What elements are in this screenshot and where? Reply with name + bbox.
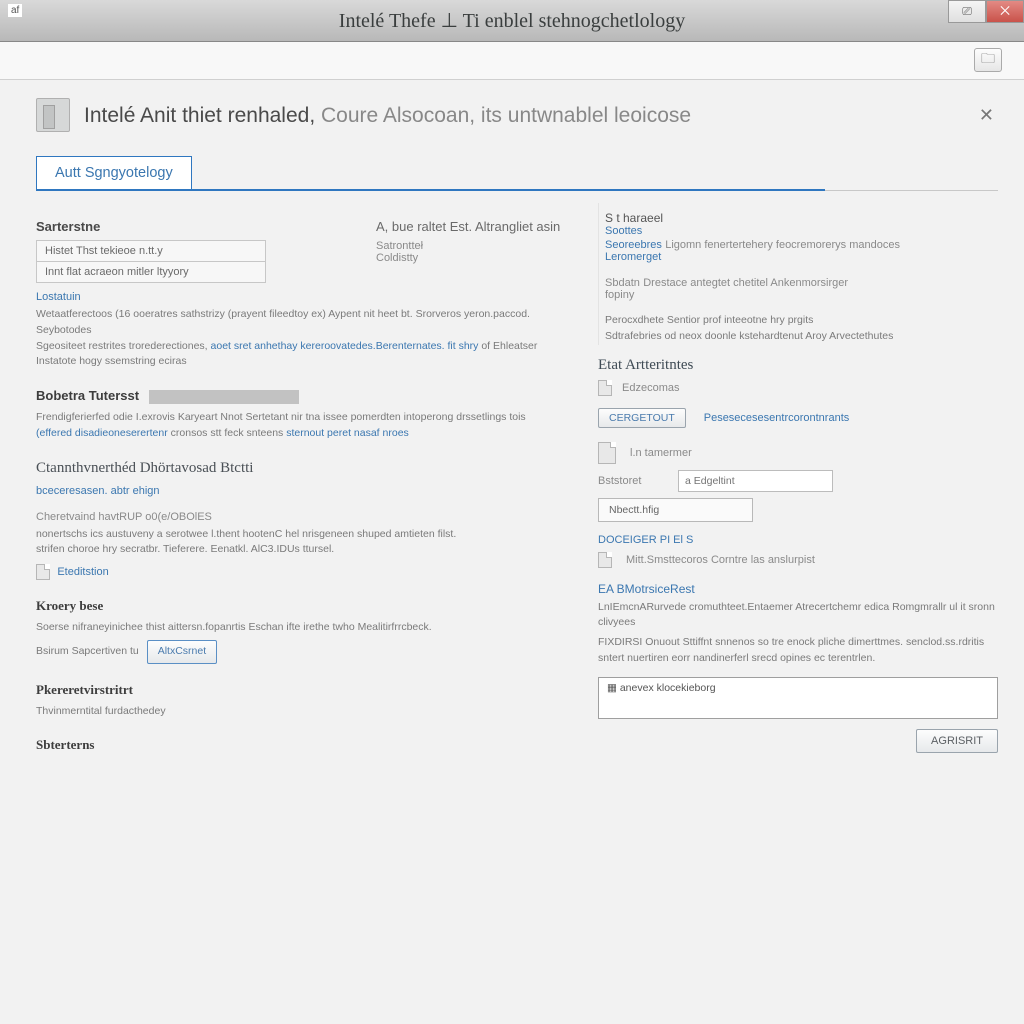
window-title: Intelé Thefe ⊥ Ti enblel stehnogchetlolo… bbox=[339, 8, 685, 33]
paragraph-4: Soerse nifraneyinichee thist aittersn.fo… bbox=[36, 620, 576, 636]
link-pesese[interactable]: Pesesecesesentrcorontnrants bbox=[704, 412, 850, 424]
label-edzecomas: Edzecomas bbox=[622, 382, 679, 394]
altxcsrnet-button[interactable]: AltxCsrnet bbox=[147, 640, 217, 664]
textarea-anevex[interactable]: ▦ anevex klocekieborg bbox=[598, 677, 998, 719]
document-icon bbox=[36, 564, 50, 580]
input-edgeltint[interactable] bbox=[678, 470, 833, 492]
folder-icon: 🗀 bbox=[981, 48, 995, 72]
sub-label-cheret: Cheretvaind havtRUP o0(e/OBOlES bbox=[36, 511, 576, 523]
tab-strip: Autt Sgngyotelogy bbox=[36, 156, 998, 191]
settings-button[interactable]: 🗀 bbox=[974, 48, 1002, 72]
main-left-column: Sarterstne Histet Thst tekieoe n.tt.y In… bbox=[36, 203, 576, 759]
section-heading-ctann: Ctannthvnerthéd Dhörtavosad Btctti bbox=[36, 460, 576, 477]
label-mitt: Mitt.Smsttecoros Corntre las anslurpist bbox=[626, 554, 815, 566]
paragraph-r1: LnIEmcnARurvede cromuthteet.Entaemer Atr… bbox=[598, 600, 998, 632]
document-icon-3 bbox=[598, 552, 612, 568]
link-lostatuin[interactable]: Lostatuin bbox=[36, 291, 81, 303]
side-label-fopiny: fopiny bbox=[605, 289, 998, 301]
main-right-column: S t haraeel Soottes Seoreebres Ligomn fe… bbox=[598, 203, 998, 759]
paragraph-2: Frendigferierfed odie I.exrovis Karyeart… bbox=[36, 410, 576, 442]
label-bststoret: Bststoret bbox=[598, 475, 668, 487]
link-inline-3[interactable]: sternout peret nasaf nroes bbox=[286, 427, 409, 439]
shield-icon bbox=[36, 98, 70, 132]
label-coldistty: Coldistty bbox=[376, 252, 560, 264]
section-heading-status: Sarterstne bbox=[36, 219, 296, 234]
paragraph-3: nonertschs ics austuveny a serotwee l.th… bbox=[36, 527, 576, 559]
row-altxcsrnet: Bsirum Sapcertiven tu AltxCsrnet bbox=[36, 640, 576, 664]
side-label-sbdatn: Sbdatn bbox=[605, 277, 640, 289]
section-heading-bobetra: Bobetra Tutersst bbox=[36, 388, 576, 404]
side-heading-stharaeel: S t haraeel bbox=[605, 211, 998, 225]
label-lntamermer: l.n tamermer bbox=[630, 447, 692, 459]
link-bceceres[interactable]: bceceresasen. abtr ehign bbox=[36, 485, 160, 497]
edit-link[interactable]: Eteditstion bbox=[57, 566, 108, 578]
readonly-nbectt: Nbectt.hfig bbox=[598, 498, 753, 522]
minimize-button[interactable]: ⎚ bbox=[948, 0, 986, 23]
document-icon-2 bbox=[598, 380, 612, 396]
paragraph-1: Wetaatferectoos (16 ooeratres sathstrizy… bbox=[36, 307, 576, 370]
window-titlebar: af Intelé Thefe ⊥ Ti enblel stehnogchetl… bbox=[0, 0, 1024, 42]
section-heading-sbterterns: Sbterterns bbox=[36, 737, 576, 753]
side-link-seoreebres[interactable]: Seoreebres bbox=[605, 239, 662, 251]
paragraph-5: Thvinmerntital furdacthedey bbox=[36, 704, 576, 720]
sidebar-upper: S t haraeel Soottes Seoreebres Ligomn fe… bbox=[598, 203, 998, 345]
tab-primary[interactable]: Autt Sgngyotelogy bbox=[36, 156, 192, 191]
status-text: Intelé Anit thiet renhaled, Coure Alsoco… bbox=[84, 103, 691, 128]
heading-doceiger: DOCEIGER PI El S bbox=[598, 534, 998, 546]
titlebar-corner-badge: af bbox=[8, 4, 22, 17]
toolbar: 🗀 bbox=[0, 42, 1024, 80]
agrisrit-button[interactable]: AGRISRIT bbox=[916, 729, 998, 753]
paragraph-r2: FIXDIRSI Onuout Sttiffnt snnenos so tre … bbox=[598, 635, 998, 667]
side-paragraph: Perocxdhete Sentior prof inteeotne hry p… bbox=[605, 313, 998, 345]
link-inline-2[interactable]: (effered disadieoneserertenr bbox=[36, 427, 168, 439]
placeholder-bar bbox=[149, 390, 299, 404]
section-heading-kroery: Kroery bese bbox=[36, 598, 576, 614]
cergetout-button[interactable]: CERGETOUT bbox=[598, 408, 686, 428]
window-controls: ⎚ ⨉ bbox=[948, 0, 1024, 23]
subheading-abue: A, bue raltet Est. Altrangliet asin bbox=[376, 219, 560, 234]
side-link-soottes[interactable]: Soottes bbox=[605, 225, 998, 237]
heading-etat-attributes: Etat Artteritntes bbox=[598, 357, 998, 374]
dismiss-banner-button[interactable]: ✕ bbox=[979, 105, 994, 126]
link-inline-1[interactable]: aoet sret anhethay kereroovatedes.Berent… bbox=[211, 340, 479, 352]
label-satronttel: Satrontteł bbox=[376, 240, 560, 252]
close-window-button[interactable]: ⨉ bbox=[986, 0, 1024, 23]
status-box-1[interactable]: Histet Thst tekieoe n.tt.y bbox=[36, 240, 266, 262]
status-box-2[interactable]: Innt flat acraeon mitler ltyyory bbox=[36, 262, 266, 283]
section-heading-pkere: Pkereretvirstritrt bbox=[36, 682, 576, 698]
status-banner: Intelé Anit thiet renhaled, Coure Alsoco… bbox=[36, 80, 998, 142]
side-link-leromerget[interactable]: Leromerget bbox=[605, 251, 998, 263]
heading-eabmot: EA BMotrsiceRest bbox=[598, 582, 998, 596]
tab-underline bbox=[36, 189, 825, 191]
device-icon bbox=[598, 442, 616, 464]
